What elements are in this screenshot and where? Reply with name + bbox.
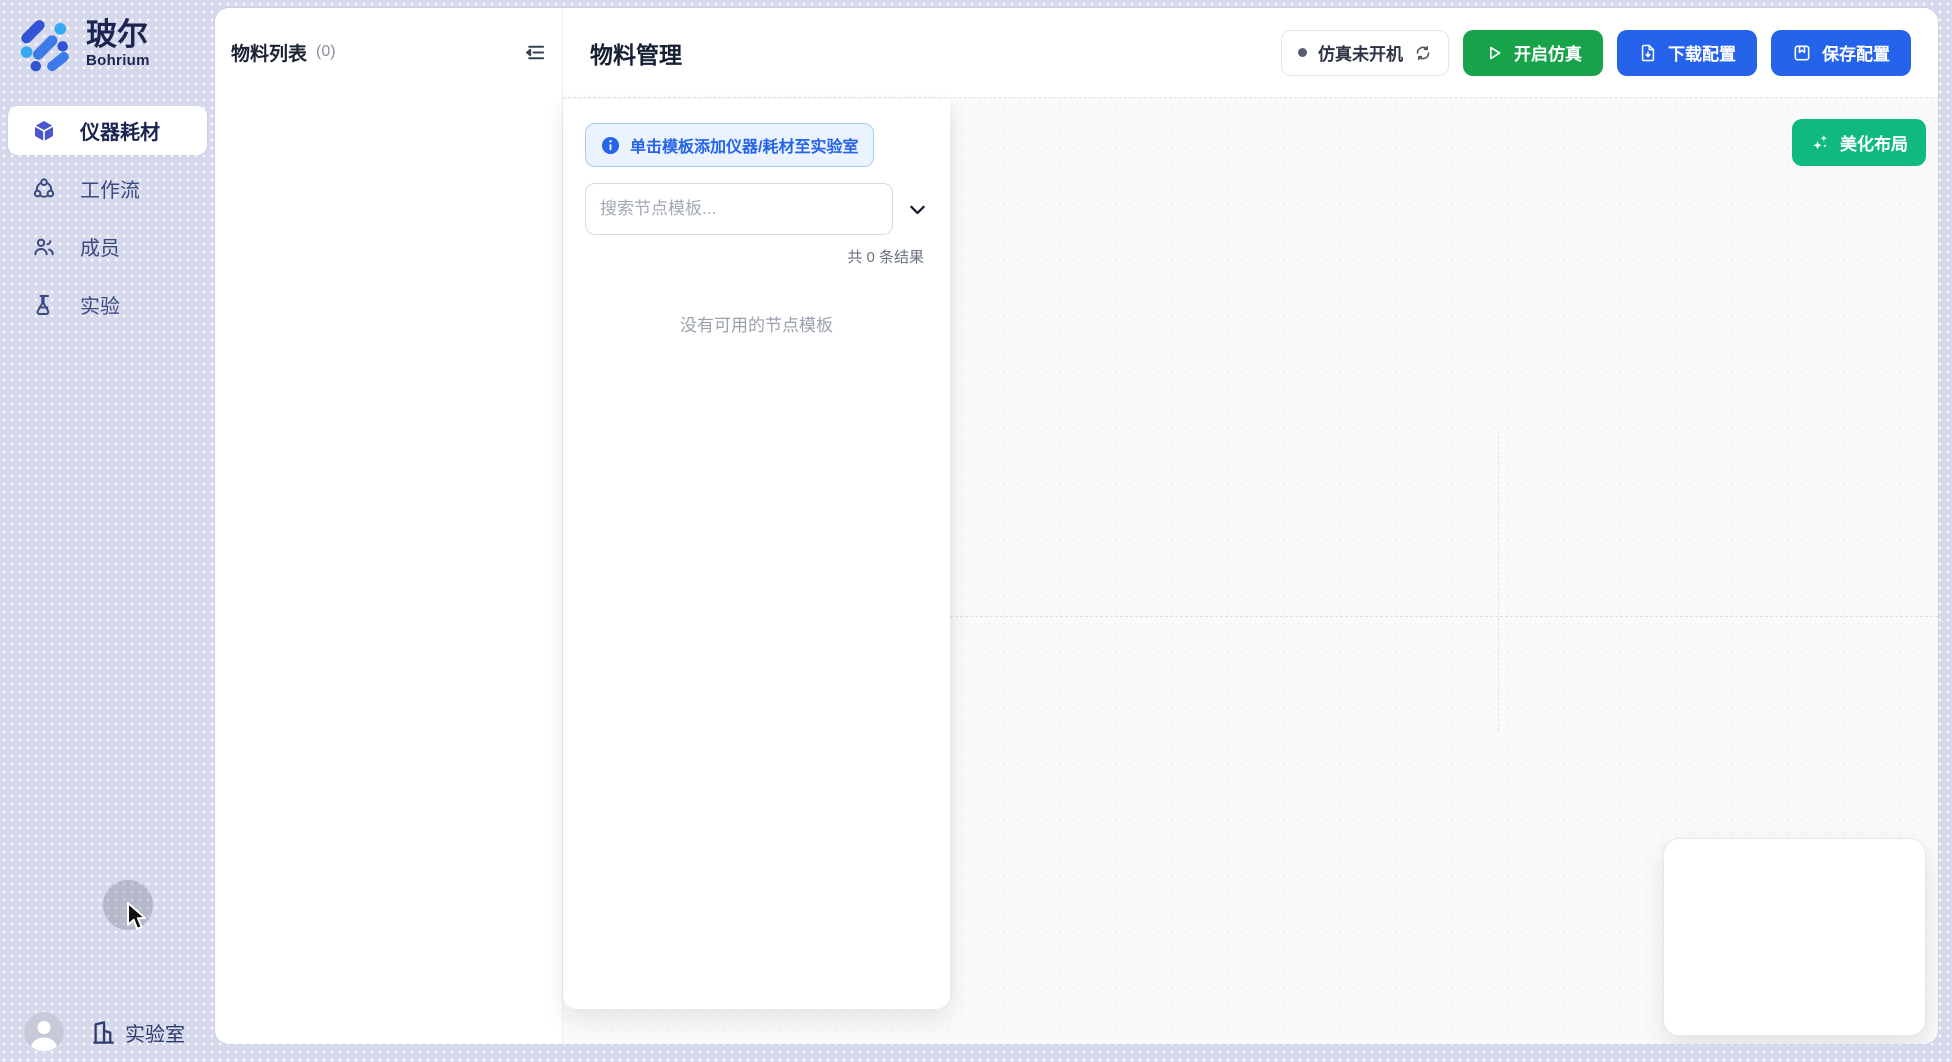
materials-list-panel: 物料列表 (0) [215, 8, 563, 1044]
lab-label: 实验室 [125, 1018, 185, 1047]
members-icon [32, 235, 56, 259]
sidebar-item-instruments[interactable]: 仪器耗材 [8, 106, 207, 155]
download-file-icon [1638, 43, 1658, 63]
node-template-panel: 单击模板添加仪器/耗材至实验室 共 0 条结果 没有可用的节点模板 [563, 99, 950, 1009]
sidebar-nav: 仪器耗材 工作流 成员 [8, 106, 207, 329]
sidebar-item-label: 成员 [80, 232, 120, 261]
workflow-icon [32, 177, 56, 201]
experiment-icon [32, 293, 56, 317]
sidebar-item-workflow[interactable]: 工作流 [8, 164, 207, 213]
canvas-minimap[interactable] [1663, 838, 1926, 1036]
save-icon [1792, 43, 1812, 63]
sidebar-item-label: 实验 [80, 290, 120, 319]
sidebar-item-label: 仪器耗材 [80, 116, 160, 145]
simulation-status-pill: 仿真未开机 [1281, 30, 1449, 76]
main-area: 物料管理 仿真未开机 [563, 8, 1938, 1044]
materials-list-count: (0) [316, 43, 336, 61]
start-simulation-button[interactable]: 开启仿真 [1463, 30, 1603, 76]
sidebar-item-experiments[interactable]: 实验 [8, 280, 207, 329]
sparkles-icon [1810, 132, 1831, 153]
cube-icon [32, 119, 56, 143]
status-dot [1298, 48, 1307, 57]
template-search-row [585, 183, 928, 235]
canvas-guide-line [950, 616, 1938, 617]
template-hint-banner[interactable]: 单击模板添加仪器/耗材至实验室 [585, 123, 874, 167]
canvas-guide-line [1498, 431, 1499, 731]
search-input[interactable] [585, 183, 893, 235]
result-count: 共 0 条结果 [585, 246, 928, 267]
sidebar-item-label: 工作流 [80, 174, 140, 203]
header-actions: 仿真未开机 开启仿真 [1281, 30, 1911, 76]
main-header: 物料管理 仿真未开机 [563, 8, 1938, 98]
materials-list-title: 物料列表 [231, 39, 307, 66]
materials-list-header: 物料列表 (0) [215, 8, 562, 96]
bohrium-logo-icon [16, 16, 72, 72]
page-title: 物料管理 [590, 36, 682, 70]
simulation-status-label: 仿真未开机 [1318, 40, 1403, 65]
lab-selector[interactable]: 实验室 [90, 1018, 185, 1047]
brand-logo: 玻尔 Bohrium [0, 0, 215, 72]
play-icon [1484, 43, 1504, 63]
layout-canvas[interactable]: 单击模板添加仪器/耗材至实验室 共 0 条结果 没有可用的节点模板 [563, 99, 1938, 1044]
info-icon [601, 136, 620, 155]
chevron-down-icon[interactable] [907, 199, 928, 220]
save-config-button[interactable]: 保存配置 [1771, 30, 1911, 76]
template-hint-text: 单击模板添加仪器/耗材至实验室 [630, 133, 858, 157]
lab-building-icon [90, 1019, 117, 1046]
sidebar: 玻尔 Bohrium 仪器耗材 工作流 [0, 0, 215, 1062]
collapse-panel-icon[interactable] [522, 40, 546, 64]
download-config-button[interactable]: 下载配置 [1617, 30, 1757, 76]
sidebar-footer: 实验室 [0, 1012, 215, 1052]
brand-subtitle: Bohrium [86, 52, 150, 69]
avatar[interactable] [24, 1012, 64, 1052]
sidebar-item-members[interactable]: 成员 [8, 222, 207, 271]
app-window: 物料列表 (0) 物料管理 仿真未开机 [215, 8, 1938, 1044]
brand-name: 玻尔 [86, 19, 150, 52]
beautify-layout-button[interactable]: 美化布局 [1792, 119, 1926, 166]
empty-state-text: 没有可用的节点模板 [585, 311, 928, 336]
mouse-cursor-icon [125, 901, 151, 933]
refresh-icon[interactable] [1414, 44, 1432, 62]
